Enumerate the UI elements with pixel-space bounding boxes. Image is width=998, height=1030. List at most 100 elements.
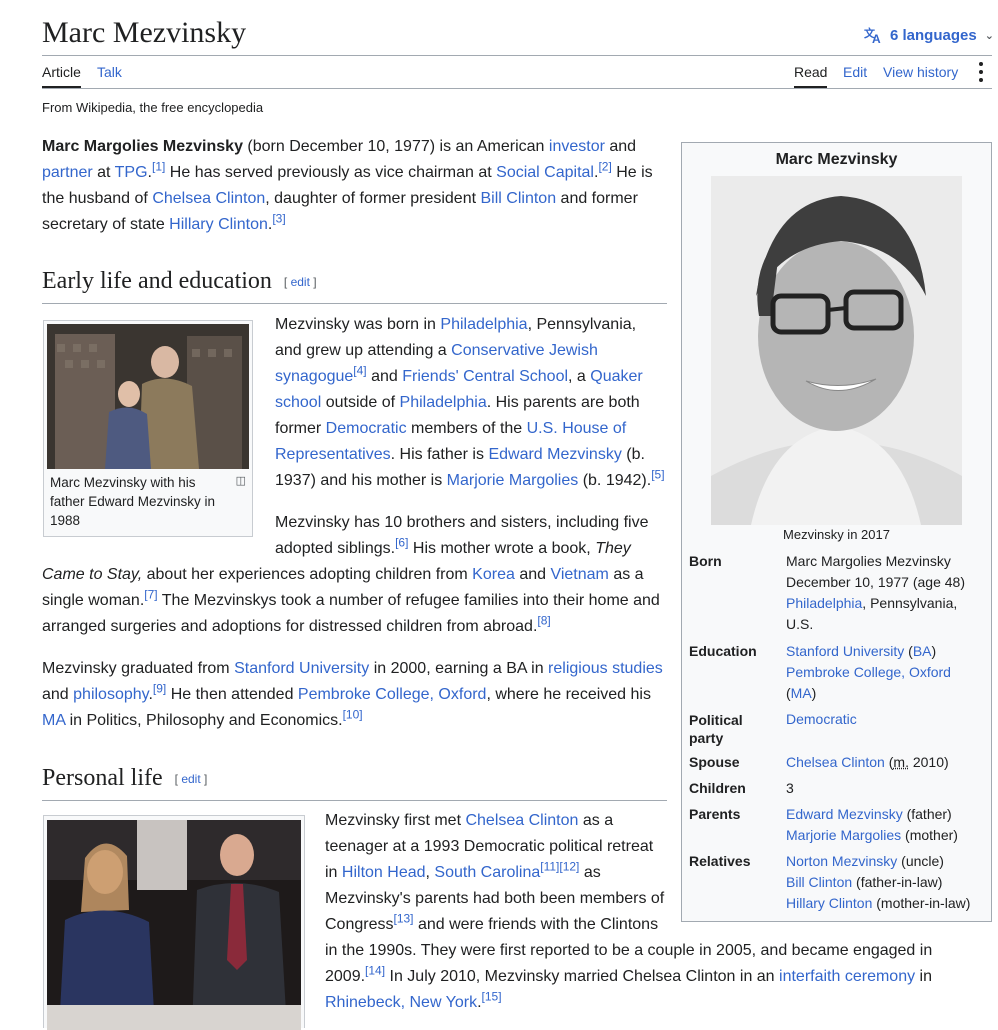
link-chelsea-clinton[interactable]: Chelsea Clinton [152, 190, 265, 207]
language-label: 6 languages [890, 27, 977, 44]
citation-13[interactable]: [13] [393, 912, 413, 926]
section-edit: [ edit ] [284, 275, 317, 289]
section-heading-early-life: Early life and education[ edit ] [42, 268, 667, 295]
more-menu-icon[interactable] [976, 60, 986, 84]
link-religious-studies[interactable]: religious studies [548, 660, 663, 677]
tab-article[interactable]: Article [42, 64, 81, 80]
link-philadelphia-infobox[interactable]: Philadelphia [786, 595, 862, 611]
section-divider [42, 303, 667, 304]
citation-6[interactable]: [6] [395, 536, 408, 550]
link-edward-mezvinsky[interactable]: Edward Mezvinsky [488, 446, 621, 463]
link-edward-mezvinsky-infobox[interactable]: Edward Mezvinsky [786, 806, 903, 822]
citation-8[interactable]: [8] [537, 614, 550, 628]
svg-text:A: A [872, 32, 881, 44]
tab-talk[interactable]: Talk [97, 64, 122, 80]
page-tabs: Article Talk Read Edit View history [42, 56, 992, 88]
link-hillary-clinton-infobox[interactable]: Hillary Clinton [786, 895, 872, 911]
infobox-title: Marc Mezvinsky [682, 151, 991, 169]
link-philadelphia-2[interactable]: Philadelphia [400, 394, 487, 411]
tab-view-history[interactable]: View history [883, 64, 958, 80]
infobox-label: Spouse [689, 752, 779, 773]
link-rhinebeck[interactable]: Rhinebeck, New York [325, 994, 477, 1011]
tab-read[interactable]: Read [794, 64, 827, 80]
enlarge-icon[interactable]: ◫ [236, 472, 246, 491]
citation-5[interactable]: [5] [651, 468, 664, 482]
link-democratic-infobox[interactable]: Democratic [786, 711, 857, 727]
citation-9[interactable]: [9] [153, 682, 166, 696]
translate-icon: 文 A [864, 26, 884, 44]
tab-read-label: Read [794, 64, 827, 80]
link-democratic[interactable]: Democratic [326, 420, 407, 437]
citation-7[interactable]: [7] [144, 588, 157, 602]
link-marjorie-margolies-infobox[interactable]: Marjorie Margolies [786, 827, 901, 843]
infobox-label: Education [689, 641, 779, 662]
infobox-portrait[interactable] [711, 176, 962, 525]
link-tpg[interactable]: TPG [115, 164, 148, 181]
citation-12[interactable]: [12] [559, 860, 579, 874]
link-korea[interactable]: Korea [472, 566, 515, 583]
link-norton-mezvinsky[interactable]: Norton Mezvinsky [786, 853, 897, 869]
married-abbr: m. [893, 754, 909, 770]
citation-14[interactable]: [14] [365, 964, 385, 978]
link-ma[interactable]: MA [42, 712, 65, 729]
link-pembroke-infobox[interactable]: Pembroke College, Oxford [786, 664, 951, 680]
infobox-value: Marc Margolies Mezvinsky December 10, 197… [786, 551, 986, 635]
link-south-carolina[interactable]: South Carolina [434, 864, 540, 881]
photo-father-son[interactable] [47, 324, 249, 469]
language-button[interactable]: 文 A 6 languages ⌄ [864, 26, 994, 44]
link-marjorie-margolies[interactable]: Marjorie Margolies [447, 472, 579, 489]
link-interfaith-ceremony[interactable]: interfaith ceremony [779, 968, 915, 985]
infobox-value: Democratic [786, 709, 986, 730]
link-philadelphia[interactable]: Philadelphia [440, 316, 527, 333]
infobox-label: Political party [689, 711, 779, 747]
infobox-label: Children [689, 778, 779, 799]
link-ba[interactable]: BA [913, 643, 932, 659]
infobox-label: Parents [689, 804, 779, 825]
link-stanford[interactable]: Stanford University [234, 660, 369, 677]
link-pembroke[interactable]: Pembroke College, Oxford [298, 686, 487, 703]
citation-2[interactable]: [2] [598, 160, 611, 174]
infobox-label: Relatives [689, 851, 779, 872]
link-bill-clinton-infobox[interactable]: Bill Clinton [786, 874, 852, 890]
edit-section-link[interactable]: edit [291, 275, 310, 289]
citation-15[interactable]: [15] [482, 990, 502, 1004]
infobox-label: Born [689, 551, 779, 572]
infobox-caption: Mezvinsky in 2017 [682, 527, 991, 542]
subject-name: Marc Margolies Mezvinsky [42, 138, 243, 155]
link-ma-infobox[interactable]: MA [791, 685, 812, 701]
citation-10[interactable]: [10] [343, 708, 363, 722]
link-chelsea-clinton-2[interactable]: Chelsea Clinton [465, 812, 578, 829]
citation-3[interactable]: [3] [272, 212, 285, 226]
tabs-divider [42, 88, 992, 89]
link-social-capital[interactable]: Social Capital [496, 164, 594, 181]
link-investor[interactable]: investor [549, 138, 605, 155]
chevron-down-icon: ⌄ [985, 29, 994, 42]
link-bill-clinton[interactable]: Bill Clinton [481, 190, 557, 207]
tagline: From Wikipedia, the free encyclopedia [42, 100, 263, 115]
photo-couple[interactable] [47, 820, 301, 1030]
infobox-value: Edward Mezvinsky (father) Marjorie Margol… [786, 804, 986, 846]
thumbnail-father-son: Marc Mezvinsky with his father Edward Me… [43, 320, 253, 537]
link-chelsea-clinton-infobox[interactable]: Chelsea Clinton [786, 754, 885, 770]
paragraph-personal-life-1-continued: in the 1990s. They were first reported t… [325, 938, 945, 1016]
section-divider [42, 800, 667, 801]
paragraph-early-life-1: Mezvinsky was born in Philadelphia, Penn… [275, 312, 667, 494]
link-friends-central-school[interactable]: Friends' Central School [402, 368, 568, 385]
link-partner[interactable]: partner [42, 164, 93, 181]
page-title: Marc Mezvinsky [42, 16, 246, 50]
lead-paragraph: Marc Margolies Mezvinsky (born December … [42, 134, 667, 238]
infobox-value: Stanford University (BA) Pembroke College… [786, 641, 986, 704]
link-hilton-head[interactable]: Hilton Head [342, 864, 426, 881]
paragraph-early-life-2: Mezvinsky has 10 brothers and sisters, i… [42, 510, 667, 640]
citation-4[interactable]: [4] [353, 364, 366, 378]
link-hillary-clinton[interactable]: Hillary Clinton [169, 216, 268, 233]
edit-section-link[interactable]: edit [181, 772, 200, 786]
link-vietnam[interactable]: Vietnam [550, 566, 608, 583]
link-stanford-infobox[interactable]: Stanford University [786, 643, 904, 659]
citation-1[interactable]: [1] [152, 160, 165, 174]
infobox-value: Norton Mezvinsky (uncle) Bill Clinton (fa… [786, 851, 986, 914]
tab-edit[interactable]: Edit [843, 64, 867, 80]
link-philosophy[interactable]: philosophy [73, 686, 148, 703]
section-heading-personal-life: Personal life[ edit ] [42, 765, 667, 792]
citation-11[interactable]: [11] [540, 860, 559, 874]
